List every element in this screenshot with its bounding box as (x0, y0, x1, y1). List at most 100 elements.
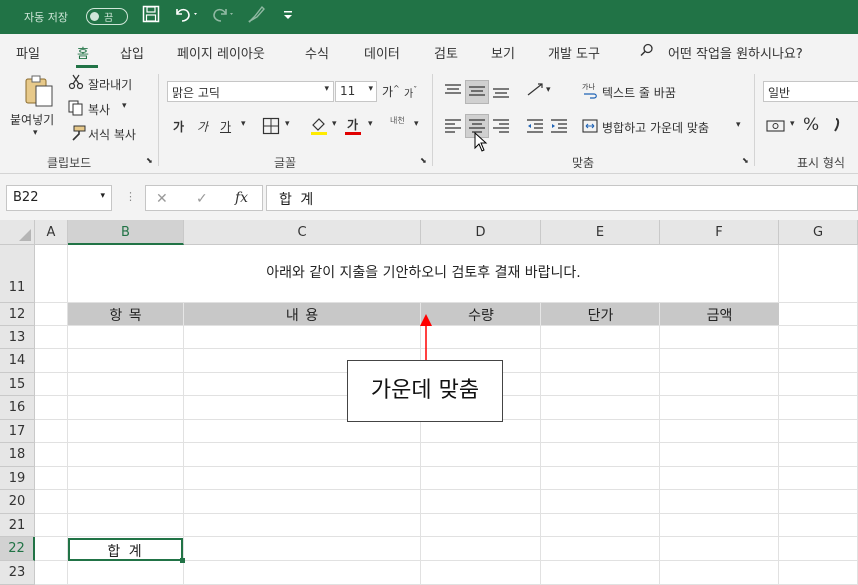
format-painter-icon[interactable] (68, 125, 86, 145)
formula-input[interactable]: 합 계 (266, 185, 858, 211)
row-header-23[interactable]: 23 (0, 561, 35, 585)
cancel-icon[interactable]: ✕ (156, 191, 168, 207)
fill-color-icon[interactable] (309, 116, 329, 140)
header-cell-unit-price[interactable]: 단가 (541, 305, 660, 325)
orientation-icon[interactable] (526, 81, 546, 103)
brush-icon[interactable] (247, 5, 267, 27)
save-icon[interactable] (142, 5, 160, 27)
column-header-f[interactable]: F (660, 220, 779, 245)
search-icon[interactable] (640, 43, 654, 61)
tab-file[interactable]: 파일 (16, 43, 40, 62)
align-left-icon[interactable] (444, 118, 462, 138)
column-header-b[interactable]: B (68, 220, 184, 245)
row-header-22[interactable]: 22 (0, 537, 35, 561)
tab-data[interactable]: 데이터 (364, 43, 400, 62)
paste-button[interactable]: 붙여넣기 (10, 111, 54, 128)
column-header-d[interactable]: D (421, 220, 541, 245)
font-name-select[interactable]: 맑은 고딕 ▾ (167, 81, 334, 102)
row-header-12[interactable]: 12 (0, 303, 35, 326)
chevron-down-icon[interactable]: ▾ (414, 119, 419, 129)
number-format-select[interactable]: 일반 (763, 81, 858, 102)
wrap-text-button[interactable]: 텍스트 줄 바꿈 (602, 84, 676, 101)
row-header-18[interactable]: 18 (0, 443, 35, 467)
paste-icon[interactable] (22, 74, 56, 112)
bottom-align-icon[interactable] (492, 83, 510, 103)
row-header-11[interactable]: 11 (0, 245, 35, 303)
tab-review[interactable]: 검토 (434, 43, 458, 62)
enter-icon[interactable]: ✓ (196, 191, 208, 207)
tell-me-search[interactable]: 어떤 작업을 원하시나요? (668, 43, 803, 62)
tab-page-layout[interactable]: 페이지 레이아웃 (177, 43, 265, 62)
chevron-down-icon[interactable]: ▾ (736, 120, 741, 130)
row-header-16[interactable]: 16 (0, 396, 35, 420)
cut-icon[interactable] (68, 74, 84, 94)
row-header-15[interactable]: 15 (0, 373, 35, 396)
increase-indent-icon[interactable] (550, 118, 568, 138)
tab-view[interactable]: 보기 (491, 43, 515, 62)
header-cell-quantity[interactable]: 수량 (421, 305, 541, 325)
header-cell-amount[interactable]: 금액 (660, 305, 779, 325)
header-cell-item[interactable]: 항 목 (68, 305, 184, 325)
column-header-c[interactable]: C (184, 220, 421, 245)
wrap-text-icon[interactable]: 가나 (582, 81, 598, 103)
column-header-g[interactable]: G (779, 220, 858, 245)
column-header-a[interactable]: A (35, 220, 68, 245)
copy-button[interactable]: 복사 (88, 101, 110, 118)
comma-style-icon[interactable] (830, 115, 844, 139)
row-header-17[interactable]: 17 (0, 420, 35, 443)
autosave-toggle[interactable]: 끔 (86, 8, 128, 25)
total-cell[interactable]: 합 계 (68, 541, 183, 561)
shrink-font-button[interactable]: 가ˇ (404, 85, 417, 100)
merge-center-button[interactable]: 병합하고 가운데 맞춤 (602, 119, 709, 136)
row-header-20[interactable]: 20 (0, 490, 35, 514)
chevron-down-icon: ▾ (368, 84, 373, 94)
row-header-19[interactable]: 19 (0, 467, 35, 490)
tab-home[interactable]: 홈 (77, 43, 89, 62)
title-cell[interactable]: 아래와 같이 지출을 기안하오니 검토후 결재 바랍니다. (68, 262, 779, 282)
customize-icon[interactable] (283, 8, 293, 26)
tab-developer[interactable]: 개발 도구 (548, 43, 600, 62)
dialog-launcher-icon[interactable]: ⬊ (742, 156, 749, 165)
insert-function-button[interactable]: fx (235, 190, 248, 206)
bold-button[interactable]: 가 (173, 118, 184, 135)
tab-insert[interactable]: 삽입 (120, 43, 144, 62)
chevron-down-icon[interactable]: ▾ (33, 128, 38, 138)
chevron-down-icon[interactable]: ▾ (790, 119, 795, 129)
middle-align-icon[interactable] (468, 83, 486, 103)
chevron-down-icon[interactable]: ▾ (241, 119, 246, 129)
chevron-down-icon[interactable]: ▾ (546, 85, 551, 95)
header-cell-content[interactable]: 내 용 (184, 305, 421, 325)
shrink-font-glyph: 가 (404, 89, 414, 100)
dialog-launcher-icon[interactable]: ⬊ (146, 156, 153, 165)
cut-button[interactable]: 잘라내기 (88, 76, 132, 93)
font-size-select[interactable]: 11 ▾ (335, 81, 377, 102)
decrease-indent-icon[interactable] (526, 118, 544, 138)
tab-formulas[interactable]: 수식 (305, 43, 329, 62)
dialog-launcher-icon[interactable]: ⬊ (420, 156, 427, 165)
redo-icon[interactable] (210, 5, 236, 27)
row-header-13[interactable]: 13 (0, 326, 35, 349)
chevron-down-icon[interactable]: ▾ (368, 119, 373, 129)
font-color-button[interactable]: 가 (347, 116, 358, 133)
grow-font-button[interactable]: 가^ (382, 83, 400, 100)
copy-icon[interactable] (68, 100, 84, 120)
name-box[interactable]: B22 ▾ (6, 185, 112, 211)
accounting-format-icon[interactable] (766, 118, 786, 138)
borders-icon[interactable] (262, 117, 280, 139)
top-align-icon[interactable] (444, 83, 462, 103)
row-header-21[interactable]: 21 (0, 514, 35, 537)
row-header-14[interactable]: 14 (0, 349, 35, 373)
chevron-down-icon[interactable]: ▾ (285, 119, 290, 129)
chevron-down-icon[interactable]: ▾ (332, 119, 337, 129)
italic-button[interactable]: 가 (197, 118, 208, 135)
underline-button[interactable]: 가 (220, 118, 231, 135)
align-right-icon[interactable] (492, 118, 510, 138)
select-all-corner[interactable] (0, 220, 35, 245)
phonetic-button[interactable]: 내천 (390, 115, 405, 126)
format-painter-button[interactable]: 서식 복사 (88, 126, 136, 143)
percent-style-button[interactable]: % (803, 115, 819, 135)
undo-icon[interactable] (173, 5, 199, 27)
column-header-e[interactable]: E (541, 220, 660, 245)
chevron-down-icon[interactable]: ▾ (122, 101, 127, 111)
merge-center-icon[interactable] (582, 118, 598, 138)
